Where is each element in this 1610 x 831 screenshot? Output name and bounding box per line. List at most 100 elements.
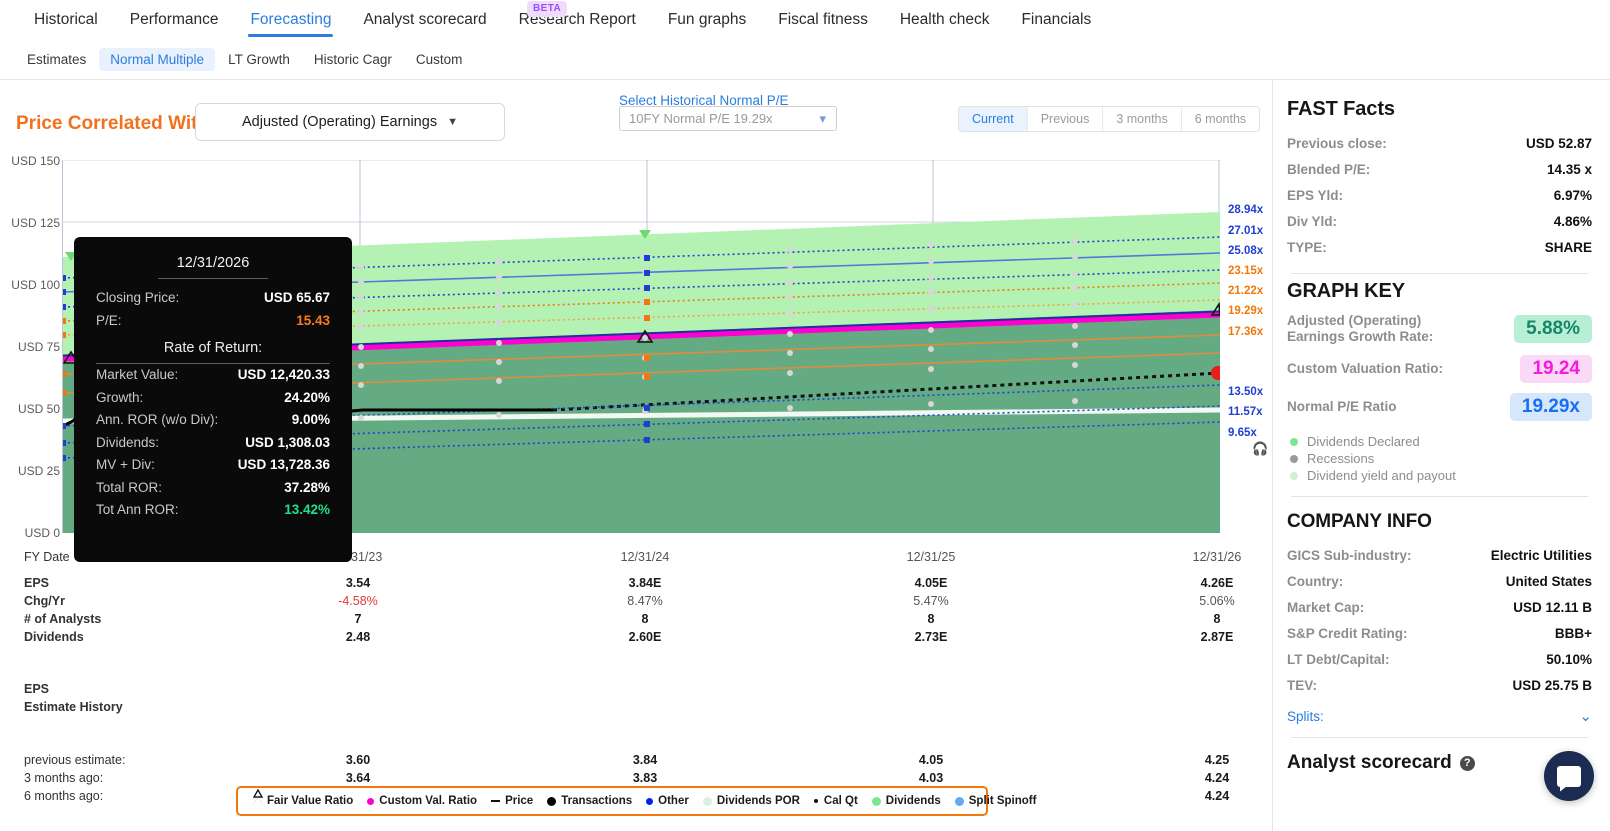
table-spacer-2 (0, 718, 1273, 753)
table-cell: 8 (585, 612, 705, 626)
company-info-gics-sub-industry: GICS Sub-industry: Electric Utilities (1287, 543, 1592, 569)
period-button-current[interactable]: Current (959, 107, 1028, 131)
help-icon[interactable]: ? (1460, 756, 1475, 771)
multiple-label-23-15x: 23.15x (1228, 265, 1263, 277)
subnav-tab-normal-multiple[interactable]: Normal Multiple (99, 48, 215, 71)
period-button-previous[interactable]: Previous (1028, 107, 1104, 131)
legend-item-dividends[interactable]: Dividends (865, 795, 948, 807)
nav-tab-research-report[interactable]: Research Report (503, 0, 652, 40)
subnav-tab-lt-growth[interactable]: LT Growth (217, 48, 301, 71)
table-row-label: 6 months ago: (24, 789, 103, 803)
legend-item-dividends-por[interactable]: Dividends POR (696, 795, 807, 807)
tooltip-key: Closing Price: (96, 287, 179, 310)
subnav-tab-historic-cagr[interactable]: Historic Cagr (303, 48, 403, 71)
dash-icon (491, 800, 500, 802)
nav-tab-analyst-scorecard[interactable]: Analyst scorecard (347, 0, 502, 40)
tooltip-key: MV + Div: (96, 454, 155, 477)
nav-tab-label: Analyst scorecard (363, 11, 486, 29)
table-cell: 8 (871, 612, 991, 626)
tooltip-row-total-ror: Total ROR: 37.28% (96, 477, 330, 500)
nav-tab-label: Historical (34, 11, 98, 29)
fast-fact-key: EPS Yld: (1287, 183, 1343, 209)
legend-item-cal-qt[interactable]: Cal Qt (807, 795, 865, 807)
table-cell: 4.25 (1157, 753, 1277, 767)
chat-launcher-button[interactable] (1544, 751, 1594, 801)
splits-expander[interactable]: Splits: ⌄ (1287, 707, 1592, 725)
legend-label: Transactions (561, 795, 632, 807)
company-info-value: 50.10% (1546, 647, 1592, 673)
nav-tab-forecasting[interactable]: Forecasting (234, 0, 347, 40)
tooltip-key: Market Value: (96, 364, 178, 387)
price-correlated-title: Price Correlated With (16, 113, 209, 135)
table-cell: 3.83 (585, 771, 705, 785)
nav-tab-performance[interactable]: Performance (114, 0, 235, 40)
table-row-label: 3 months ago: (24, 771, 103, 785)
metric-select[interactable]: Adjusted (Operating) Earnings ▼ (195, 103, 505, 141)
legend-item-other[interactable]: Other (639, 795, 696, 807)
graph-key-legend-label: Dividend yield and payout (1307, 467, 1456, 484)
y-axis-tick-100: USD 100 (11, 278, 60, 292)
table-row-label: FY Date (24, 550, 70, 564)
table-cell: 5.06% (1157, 594, 1277, 608)
table-cell: 2.87E (1157, 630, 1277, 644)
legend-item-transactions[interactable]: Transactions (540, 795, 639, 807)
company-info-lt-debt-capital: LT Debt/Capital: 50.10% (1287, 647, 1592, 673)
table-cell: 3.60 (298, 753, 418, 767)
y-axis-tick-50: USD 50 (18, 402, 60, 416)
subnav-tab-estimates[interactable]: Estimates (16, 48, 97, 71)
estimate-history-title-line2: Estimate History (0, 700, 1273, 718)
chevron-down-icon: ⌄ (1579, 707, 1592, 725)
tooltip-value: 15.43 (296, 310, 330, 333)
table-row-label: Dividends (24, 630, 84, 644)
chevron-down-icon: ▼ (447, 116, 458, 128)
table-cell: 2.73E (871, 630, 991, 644)
table-cell: 4.05E (871, 576, 991, 590)
dot-large-icon (955, 797, 964, 806)
tooltip-row-ann-ror: Ann. ROR (w/o Div): 9.00% (96, 409, 330, 432)
legend-label: Price (505, 795, 533, 807)
nav-tab-fiscal-fitness[interactable]: Fiscal fitness (762, 0, 884, 40)
legend-item-fair-value-ratio[interactable]: Fair Value Ratio (246, 795, 360, 807)
nav-tab-fun-graphs[interactable]: Fun graphs (652, 0, 762, 40)
table-cell: 4.24 (1157, 771, 1277, 785)
multiple-label-25-08x: 25.08x (1228, 245, 1263, 257)
nav-tab-historical[interactable]: Historical (18, 0, 114, 40)
legend-item-price[interactable]: Price (484, 795, 540, 807)
tooltip-row-tot-ann-ror: Tot Ann ROR: 13.42% (96, 499, 330, 522)
table-column-header: 12/31/26 (1157, 550, 1277, 564)
table-cell: 4.24 (1157, 789, 1277, 803)
table-cell: 4.03 (871, 771, 991, 785)
estimate-history-title-line1: EPS (0, 682, 1273, 700)
fast-fact-value: 14.35 x (1547, 157, 1592, 183)
legend-item-custom-val-ratio[interactable]: Custom Val. Ratio (360, 795, 484, 807)
splits-label: Splits: (1287, 709, 1324, 724)
legend-item-split-spinoff[interactable]: Split Spinoff (948, 795, 1044, 807)
sidebar-divider-2 (1291, 496, 1588, 497)
nav-tab-health-check[interactable]: Health check (884, 0, 1006, 40)
legend-label: Fair Value Ratio (267, 795, 353, 807)
table-row-eps: EPS 3.54 3.84E 4.05E 4.26E (0, 576, 1273, 594)
multiple-label-28-94x: 28.94x (1228, 204, 1263, 216)
normal-pe-select[interactable]: 10FY Normal P/E 19.29x ▾ (619, 106, 837, 131)
graph-key-label-line2: Earnings Growth Rate: (1287, 329, 1433, 345)
estimate-history-label: Estimate History (24, 700, 123, 714)
beta-badge: BETA (527, 1, 567, 17)
company-info-country: Country: United States (1287, 569, 1592, 595)
company-info-value: BBB+ (1555, 621, 1592, 647)
fast-fact-key: TYPE: (1287, 235, 1327, 261)
table-cell: 8 (1157, 612, 1277, 626)
period-button-6-months[interactable]: 6 months (1182, 107, 1259, 131)
fast-fact-key: Div Yld: (1287, 209, 1337, 235)
multiple-label-19-29x: 19.29x (1228, 305, 1263, 317)
period-toggle-group: Current Previous 3 months 6 months (958, 106, 1260, 132)
subnav-tab-custom[interactable]: Custom (405, 48, 474, 71)
tooltip-key: Tot Ann ROR: (96, 499, 179, 522)
tooltip-row-growth: Growth: 24.20% (96, 387, 330, 410)
tooltip-value: USD 1,308.03 (245, 432, 330, 455)
graph-key-legend-dividends-declared: Dividends Declared (1287, 433, 1592, 450)
right-sidebar: FAST Facts Previous close: USD 52.87 Ble… (1273, 80, 1610, 831)
period-button-3-months[interactable]: 3 months (1103, 107, 1181, 131)
company-info-market-cap: Market Cap: USD 12.11 B (1287, 595, 1592, 621)
nav-tab-financials[interactable]: Financials (1005, 0, 1107, 40)
tooltip-value: 13.42% (284, 499, 330, 522)
